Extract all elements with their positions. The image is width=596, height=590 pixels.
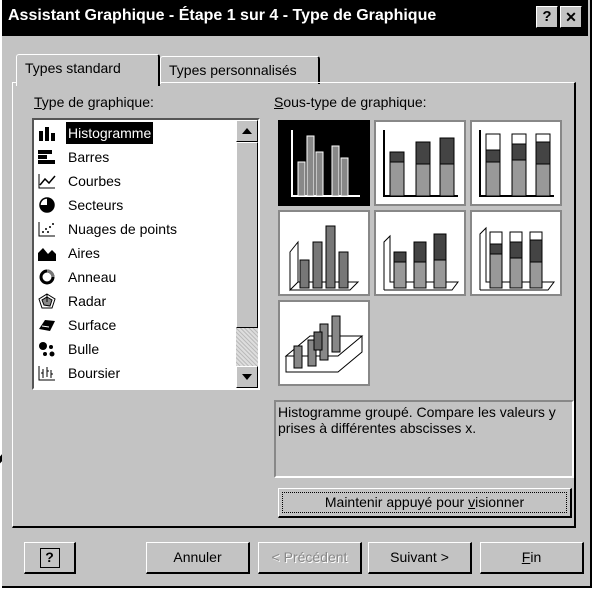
bubble-chart-icon (39, 342, 55, 357)
subtype-description: Histogramme groupé. Compare les valeurs … (274, 400, 574, 478)
radar-chart-icon (38, 293, 56, 309)
chart-type-list[interactable]: Histogramme Barres Courbes Secteurs Nuag… (32, 118, 260, 390)
subtype-3d-clustered-column[interactable] (278, 210, 370, 296)
scroll-down-button[interactable] (236, 366, 258, 388)
list-item-anneau[interactable]: Anneau (36, 266, 232, 288)
subtype-stacked-column[interactable] (374, 120, 466, 206)
line-chart-icon (38, 174, 56, 189)
title-bar: Assistant Graphique - Étape 1 sur 4 - Ty… (2, 0, 588, 36)
list-item-boursier[interactable]: Boursier (36, 362, 232, 384)
stock-chart-icon (38, 366, 55, 381)
chart-type-label: Type de graphique: (34, 94, 154, 110)
preview-hold-button[interactable]: Maintenir appuyé pour visionner (278, 488, 572, 518)
list-item-nuages-de-points[interactable]: Nuages de points (36, 218, 232, 240)
list-item-secteurs[interactable]: Secteurs (36, 194, 232, 216)
bar-chart-icon (38, 150, 55, 164)
subtype-3d-column[interactable] (278, 300, 370, 386)
list-item-surface[interactable]: Surface (36, 314, 232, 336)
3d-percent-stacked-column-icon (479, 226, 555, 291)
surface-chart-icon (39, 320, 55, 331)
arrow-up-icon (242, 128, 252, 134)
column-chart-icon (39, 127, 55, 141)
percent-stacked-column-icon (479, 130, 554, 197)
tab-types-standard[interactable]: Types standard (16, 54, 160, 86)
3d-stacked-column-icon (383, 233, 459, 291)
subtype-clustered-column[interactable] (278, 120, 370, 206)
list-item-radar[interactable]: Radar (36, 290, 232, 312)
3d-column-icon (284, 315, 364, 373)
clustered-column-icon (291, 130, 360, 197)
cancel-button[interactable]: Annuler (146, 542, 250, 574)
finish-button[interactable]: Fin (480, 542, 584, 574)
help-button[interactable]: ? (24, 542, 76, 574)
list-item-barres[interactable]: Barres (36, 146, 232, 168)
tab-types-personnalises[interactable]: Types personnalisés (160, 56, 320, 84)
subtype-label: Sous-type de graphique: (274, 94, 427, 110)
stacked-column-icon (383, 130, 458, 197)
list-scrollbar[interactable] (236, 120, 258, 388)
scatter-chart-icon (38, 222, 55, 237)
window-title: Assistant Graphique - Étape 1 sur 4 - Ty… (8, 7, 437, 24)
next-button[interactable]: Suivant > (368, 542, 472, 574)
subtype-3d-stacked-column[interactable] (374, 210, 466, 296)
subtype-3d-100-stacked-column[interactable] (470, 210, 562, 296)
list-item-courbes[interactable]: Courbes (36, 170, 232, 192)
subtype-100-stacked-column[interactable] (470, 120, 562, 206)
scroll-up-button[interactable] (236, 120, 258, 142)
help-title-button[interactable]: ? (536, 6, 558, 28)
list-item-histogramme[interactable]: Histogramme (36, 122, 232, 144)
3d-clustered-column-icon (289, 225, 360, 292)
scroll-thumb[interactable] (236, 142, 258, 328)
pie-chart-icon (39, 197, 55, 213)
help-icon: ? (39, 548, 60, 568)
previous-button[interactable]: < Précédent (258, 542, 362, 574)
chart-wizard-dialog: Assistant Graphique - Étape 1 sur 4 - Ty… (2, 0, 592, 588)
arrow-down-icon (242, 374, 252, 380)
area-chart-icon (38, 248, 56, 261)
list-item-aires[interactable]: Aires (36, 242, 232, 264)
close-button[interactable]: ✕ (560, 6, 582, 28)
doughnut-chart-icon (39, 269, 55, 285)
list-item-bulle[interactable]: Bulle (36, 338, 232, 360)
